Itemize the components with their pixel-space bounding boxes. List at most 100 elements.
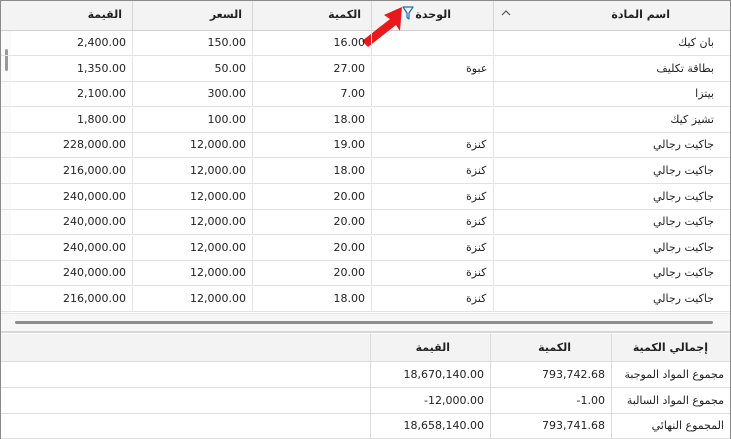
summary-cell-label[interactable]: المجموع النهائي <box>612 413 730 438</box>
cell-value[interactable]: 1,800.00 <box>1 107 133 133</box>
cell-item-name[interactable]: جاكيت رجالي <box>494 185 730 210</box>
column-header-item-name[interactable]: اسم المادة <box>494 1 730 30</box>
summary-cell-label[interactable]: مجموع المواد السالبة <box>612 388 730 413</box>
cell-unit[interactable] <box>372 31 494 56</box>
items-grid: القيمة السعر الكمية الوحدة اسم المادة 2,… <box>1 1 730 331</box>
summary-row[interactable]: 18,658,140.00 793,741.68 المجموع النهائي <box>1 413 730 439</box>
cell-value[interactable]: 216,000.00 <box>1 159 133 184</box>
cell-price[interactable]: 12,000.00 <box>133 184 253 210</box>
cell-unit[interactable]: كنزة <box>372 235 494 261</box>
cell-unit[interactable] <box>372 107 494 133</box>
cell-unit[interactable]: عبوة <box>372 56 494 82</box>
cell-quantity[interactable]: 18.00 <box>253 159 372 184</box>
summary-cell-value[interactable]: -12,000.00 <box>371 387 491 413</box>
cell-unit[interactable]: كنزة <box>372 287 494 312</box>
cell-quantity[interactable]: 20.00 <box>253 261 372 287</box>
table-row[interactable]: 1,350.00 50.00 27.00 عبوة بطاقة تكليف <box>1 56 730 82</box>
summary-header: القيمة الكمية إجمالي الكمية <box>1 334 730 362</box>
column-header-label: الوحدة <box>415 8 451 21</box>
column-header-price[interactable]: السعر <box>133 1 253 30</box>
cell-item-name[interactable]: بيتزا <box>494 82 730 107</box>
cell-quantity[interactable]: 18.00 <box>253 287 372 312</box>
cell-value[interactable]: 2,400.00 <box>1 31 133 56</box>
chevron-up-icon <box>501 7 511 21</box>
cell-quantity[interactable]: 7.00 <box>253 82 372 108</box>
cell-quantity[interactable]: 18.00 <box>253 107 372 133</box>
cell-item-name[interactable]: جاكيت رجالي <box>494 210 730 235</box>
cell-quantity[interactable]: 16.00 <box>253 31 372 56</box>
cell-unit[interactable] <box>372 82 494 108</box>
cell-unit[interactable]: كنزة <box>372 159 494 184</box>
column-header-label: اسم المادة <box>611 8 670 21</box>
cell-value[interactable]: 240,000.00 <box>1 235 133 261</box>
panel-divider <box>1 331 730 333</box>
cell-price[interactable]: 12,000.00 <box>133 235 253 261</box>
cell-price[interactable]: 300.00 <box>133 82 253 108</box>
summary-header-value[interactable]: القيمة <box>371 334 491 361</box>
table-row[interactable]: 216,000.00 12,000.00 18.00 كنزة جاكيت رجالي <box>1 159 730 184</box>
cell-value[interactable]: 216,000.00 <box>1 287 133 312</box>
summary-grid: القيمة الكمية إجمالي الكمية 18,670,140.0… <box>1 334 730 439</box>
cell-price[interactable]: 150.00 <box>133 31 253 56</box>
table-row[interactable]: 240,000.00 12,000.00 20.00 كنزة جاكيت رجالي <box>1 210 730 236</box>
summary-header-total-quantity[interactable]: إجمالي الكمية <box>612 334 730 361</box>
column-header-label: القيمة <box>87 8 122 21</box>
table-row[interactable]: 240,000.00 12,000.00 20.00 كنزة جاكيت رجالي <box>1 184 730 210</box>
summary-cell-label[interactable]: مجموع المواد الموجبة <box>612 362 730 387</box>
cell-item-name[interactable]: تشيز كيك <box>494 108 730 133</box>
cell-unit[interactable]: كنزة <box>372 133 494 159</box>
cell-price[interactable]: 12,000.00 <box>133 261 253 287</box>
grid-body: 2,400.00 150.00 16.00 بان كيك 1,350.00 50.00 2… <box>1 31 730 313</box>
cell-quantity[interactable]: 27.00 <box>253 56 372 82</box>
cell-item-name[interactable]: جاكيت رجالي <box>494 261 730 286</box>
summary-cell-empty <box>1 362 371 387</box>
column-header-quantity[interactable]: الكمية <box>253 1 372 30</box>
table-row[interactable]: 2,100.00 300.00 7.00 بيتزا <box>1 82 730 108</box>
column-header-label: الكمية <box>328 8 361 21</box>
summary-header-quantity[interactable]: الكمية <box>491 334 612 361</box>
cell-item-name[interactable]: بطاقة تكليف <box>494 57 730 82</box>
cell-price[interactable]: 50.00 <box>133 56 253 82</box>
cell-unit[interactable]: كنزة <box>372 184 494 210</box>
summary-cell-quantity[interactable]: 793,741.68 <box>491 413 612 438</box>
table-row[interactable]: 2,400.00 150.00 16.00 بان كيك <box>1 31 730 56</box>
cell-value[interactable]: 240,000.00 <box>1 261 133 287</box>
cell-item-name[interactable]: جاكيت رجالي <box>494 287 730 312</box>
cell-price[interactable]: 100.00 <box>133 107 253 133</box>
summary-cell-empty <box>1 387 371 413</box>
cell-value[interactable]: 2,100.00 <box>1 82 133 108</box>
cell-price[interactable]: 12,000.00 <box>133 287 253 312</box>
horizontal-scrollbar[interactable] <box>1 313 730 331</box>
cell-quantity[interactable]: 20.00 <box>253 235 372 261</box>
column-header-value[interactable]: القيمة <box>1 1 133 30</box>
summary-row[interactable]: 18,670,140.00 793,742.68 مجموع المواد المو… <box>1 362 730 388</box>
cell-item-name[interactable]: جاكيت رجالي <box>494 236 730 261</box>
cell-quantity[interactable]: 19.00 <box>253 133 372 159</box>
cell-unit[interactable]: كنزة <box>372 261 494 287</box>
table-row[interactable]: 240,000.00 12,000.00 20.00 كنزة جاكيت رجالي <box>1 235 730 261</box>
table-row[interactable]: 1,800.00 100.00 18.00 تشيز كيك <box>1 107 730 133</box>
window-frame: القيمة السعر الكمية الوحدة اسم المادة 2,… <box>0 0 731 439</box>
cell-item-name[interactable]: بان كيك <box>494 31 730 56</box>
horizontal-scroll-thumb[interactable] <box>15 321 713 324</box>
cell-value[interactable]: 240,000.00 <box>1 210 133 236</box>
table-row[interactable]: 216,000.00 12,000.00 18.00 كنزة جاكيت رجالي <box>1 287 730 312</box>
cell-quantity[interactable]: 20.00 <box>253 184 372 210</box>
table-row[interactable]: 240,000.00 12,000.00 20.00 كنزة جاكيت رجالي <box>1 261 730 287</box>
cell-price[interactable]: 12,000.00 <box>133 210 253 236</box>
cell-price[interactable]: 12,000.00 <box>133 159 253 184</box>
table-row[interactable]: 228,000.00 12,000.00 19.00 كنزة جاكيت رجالي <box>1 133 730 159</box>
cell-value[interactable]: 1,350.00 <box>1 56 133 82</box>
cell-item-name[interactable]: جاكيت رجالي <box>494 133 730 158</box>
cell-quantity[interactable]: 20.00 <box>253 210 372 236</box>
summary-cell-value[interactable]: 18,670,140.00 <box>371 362 491 387</box>
cell-value[interactable]: 240,000.00 <box>1 184 133 210</box>
summary-cell-value[interactable]: 18,658,140.00 <box>371 413 491 438</box>
summary-row[interactable]: -12,000.00 -1.00 مجموع المواد السالبة <box>1 387 730 414</box>
cell-price[interactable]: 12,000.00 <box>133 133 253 159</box>
summary-cell-quantity[interactable]: -1.00 <box>491 387 612 413</box>
cell-unit[interactable]: كنزة <box>372 210 494 236</box>
summary-cell-quantity[interactable]: 793,742.68 <box>491 362 612 387</box>
cell-item-name[interactable]: جاكيت رجالي <box>494 159 730 184</box>
cell-value[interactable]: 228,000.00 <box>1 133 133 159</box>
